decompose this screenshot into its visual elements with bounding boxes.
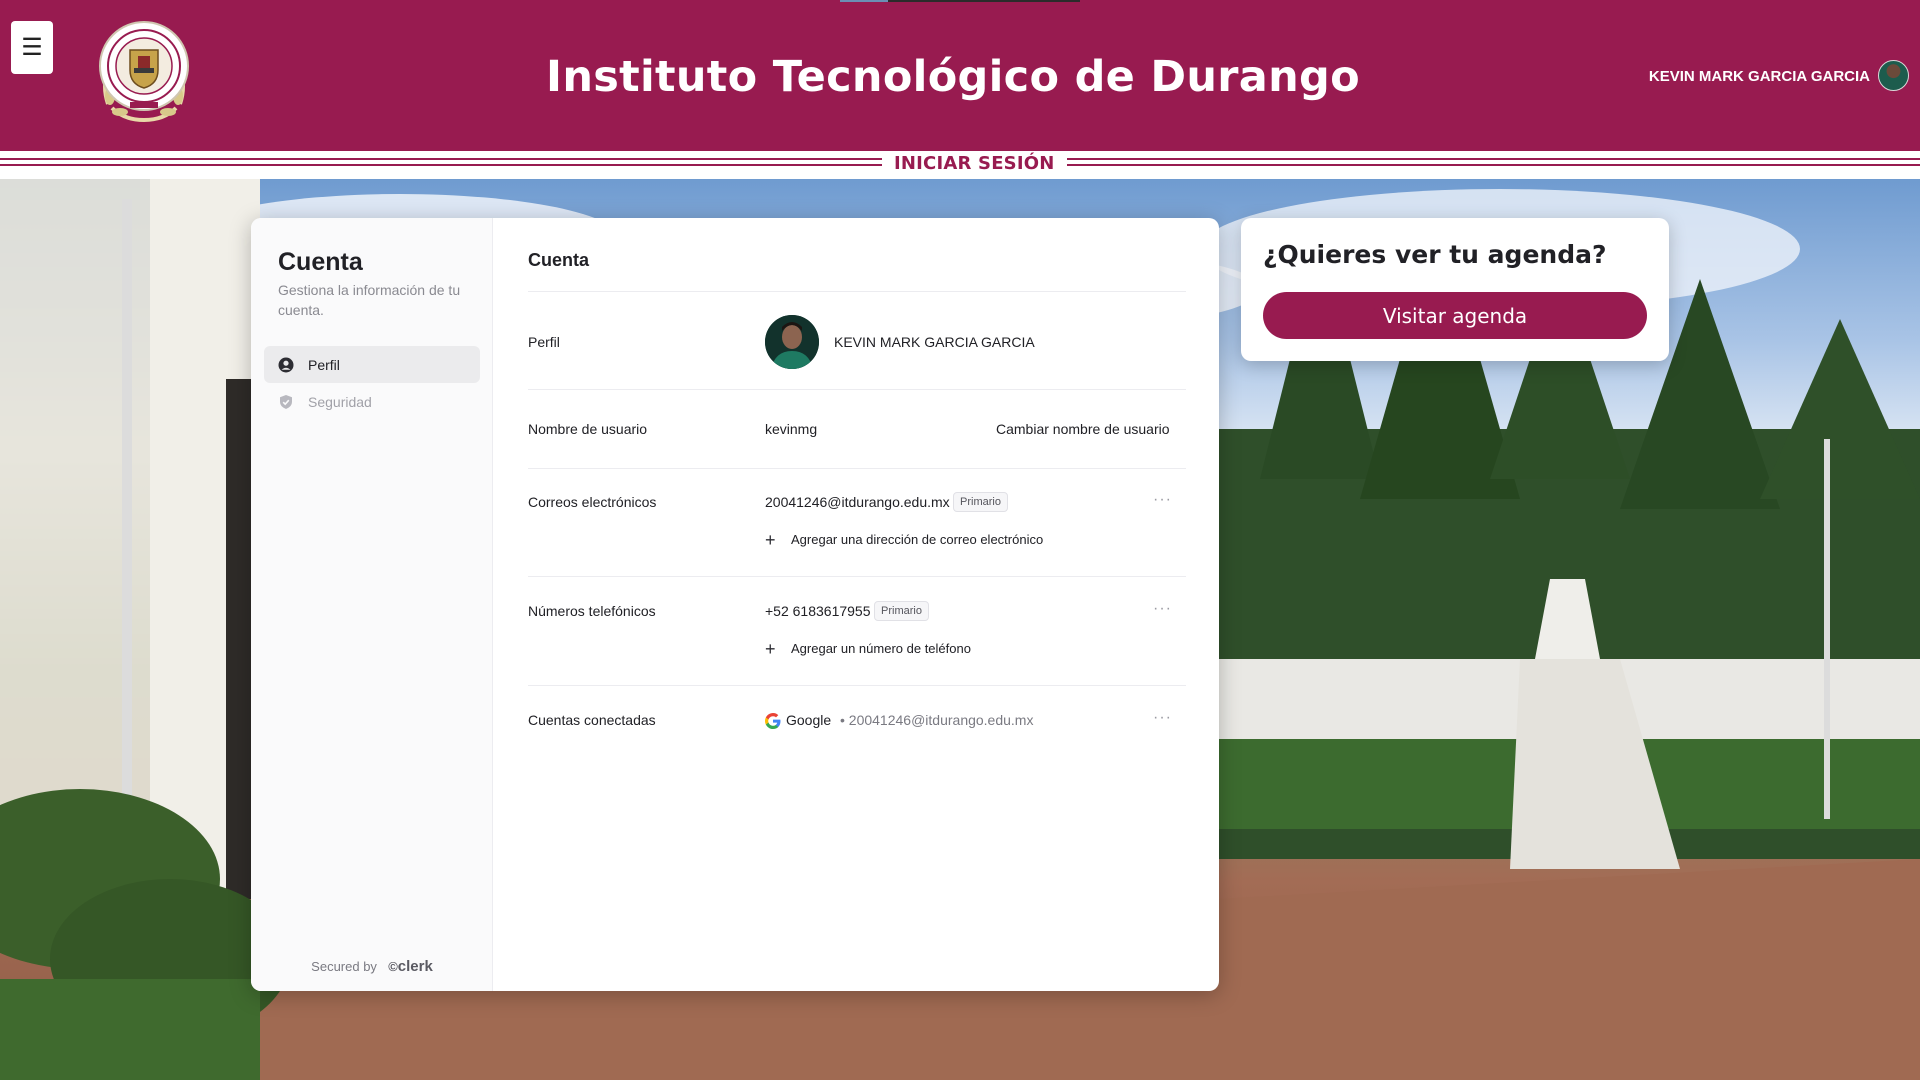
loading-progress-bar bbox=[840, 0, 1080, 2]
profile-avatar[interactable] bbox=[765, 315, 819, 369]
sidebar-item-seguridad[interactable]: Seguridad bbox=[264, 383, 480, 420]
secured-by-clerk[interactable]: Secured by ©clerk bbox=[251, 958, 493, 975]
connected-provider-name: Google bbox=[786, 712, 832, 728]
sidebar-item-label: Seguridad bbox=[308, 393, 372, 410]
account-card: Cuenta Gestiona la información de tu cue… bbox=[251, 218, 1219, 991]
change-username-button[interactable]: Cambiar nombre de usuario bbox=[996, 421, 1170, 437]
phone-primary-badge: Primario bbox=[874, 601, 929, 621]
clerk-logo-icon: © bbox=[388, 959, 398, 974]
add-email-button[interactable]: + Agregar una dirección de correo electr… bbox=[765, 529, 1044, 550]
secured-by-text: Secured by bbox=[311, 959, 377, 974]
account-sidebar: Cuenta Gestiona la información de tu cue… bbox=[251, 218, 493, 991]
divider bbox=[528, 389, 1186, 390]
account-main-panel: Cuenta Perfil KEVIN MARK GARCIA GARCIA N… bbox=[493, 218, 1219, 991]
phone-value: +52 6183617955 bbox=[765, 603, 871, 619]
sidebar-subtitle: Gestiona la información de tu cuenta. bbox=[278, 282, 461, 318]
divider bbox=[528, 291, 1186, 292]
site-header: ☰ Instituto Tecnológico de Durango KEVIN… bbox=[0, 0, 1920, 151]
agenda-title: ¿Quieres ver tu agenda? bbox=[1263, 240, 1607, 269]
connected-more-options-icon[interactable]: ··· bbox=[1153, 709, 1172, 727]
section-label: INICIAR SESIÓN bbox=[882, 153, 1067, 174]
profile-label: Perfil bbox=[528, 334, 560, 350]
header-user-name[interactable]: KEVIN MARK GARCIA GARCIA bbox=[1649, 68, 1870, 85]
add-email-label: Agregar una dirección de correo electrón… bbox=[791, 532, 1044, 547]
account-title: Cuenta bbox=[528, 250, 590, 270]
email-more-options-icon[interactable]: ··· bbox=[1153, 491, 1172, 509]
divider bbox=[528, 468, 1186, 469]
username-label: Nombre de usuario bbox=[528, 421, 648, 437]
divider bbox=[528, 576, 1186, 577]
email-primary-badge: Primario bbox=[953, 492, 1008, 512]
connected-accounts-label: Cuentas conectadas bbox=[528, 712, 656, 728]
connected-account-email: • 20041246@itdurango.edu.mx bbox=[840, 712, 1034, 728]
plus-icon: + bbox=[765, 638, 776, 659]
username-value: kevinmg bbox=[765, 421, 818, 437]
user-circle-icon bbox=[278, 357, 294, 372]
phone-more-options-icon[interactable]: ··· bbox=[1153, 600, 1172, 618]
divider bbox=[528, 685, 1186, 686]
google-icon bbox=[765, 713, 781, 729]
add-phone-button[interactable]: + Agregar un número de teléfono bbox=[765, 638, 971, 659]
sidebar-title: Cuenta bbox=[278, 248, 363, 276]
visit-agenda-button[interactable]: Visitar agenda bbox=[1263, 292, 1647, 339]
add-phone-label: Agregar un número de teléfono bbox=[791, 641, 971, 656]
profile-name: KEVIN MARK GARCIA GARCIA bbox=[834, 334, 1035, 350]
email-value: 20041246@itdurango.edu.mx bbox=[765, 494, 950, 510]
sidebar-item-perfil[interactable]: Perfil bbox=[264, 346, 480, 383]
agenda-card: ¿Quieres ver tu agenda? Visitar agenda bbox=[1241, 218, 1669, 361]
plus-icon: + bbox=[765, 529, 776, 550]
shield-check-icon bbox=[280, 394, 292, 409]
header-user-avatar[interactable] bbox=[1878, 60, 1909, 91]
sidebar-item-label: Perfil bbox=[308, 356, 340, 373]
phones-label: Números telefónicos bbox=[528, 603, 656, 619]
emails-label: Correos electrónicos bbox=[528, 494, 657, 510]
clerk-brand: clerk bbox=[397, 958, 433, 975]
site-title: Instituto Tecnológico de Durango bbox=[546, 52, 1360, 102]
